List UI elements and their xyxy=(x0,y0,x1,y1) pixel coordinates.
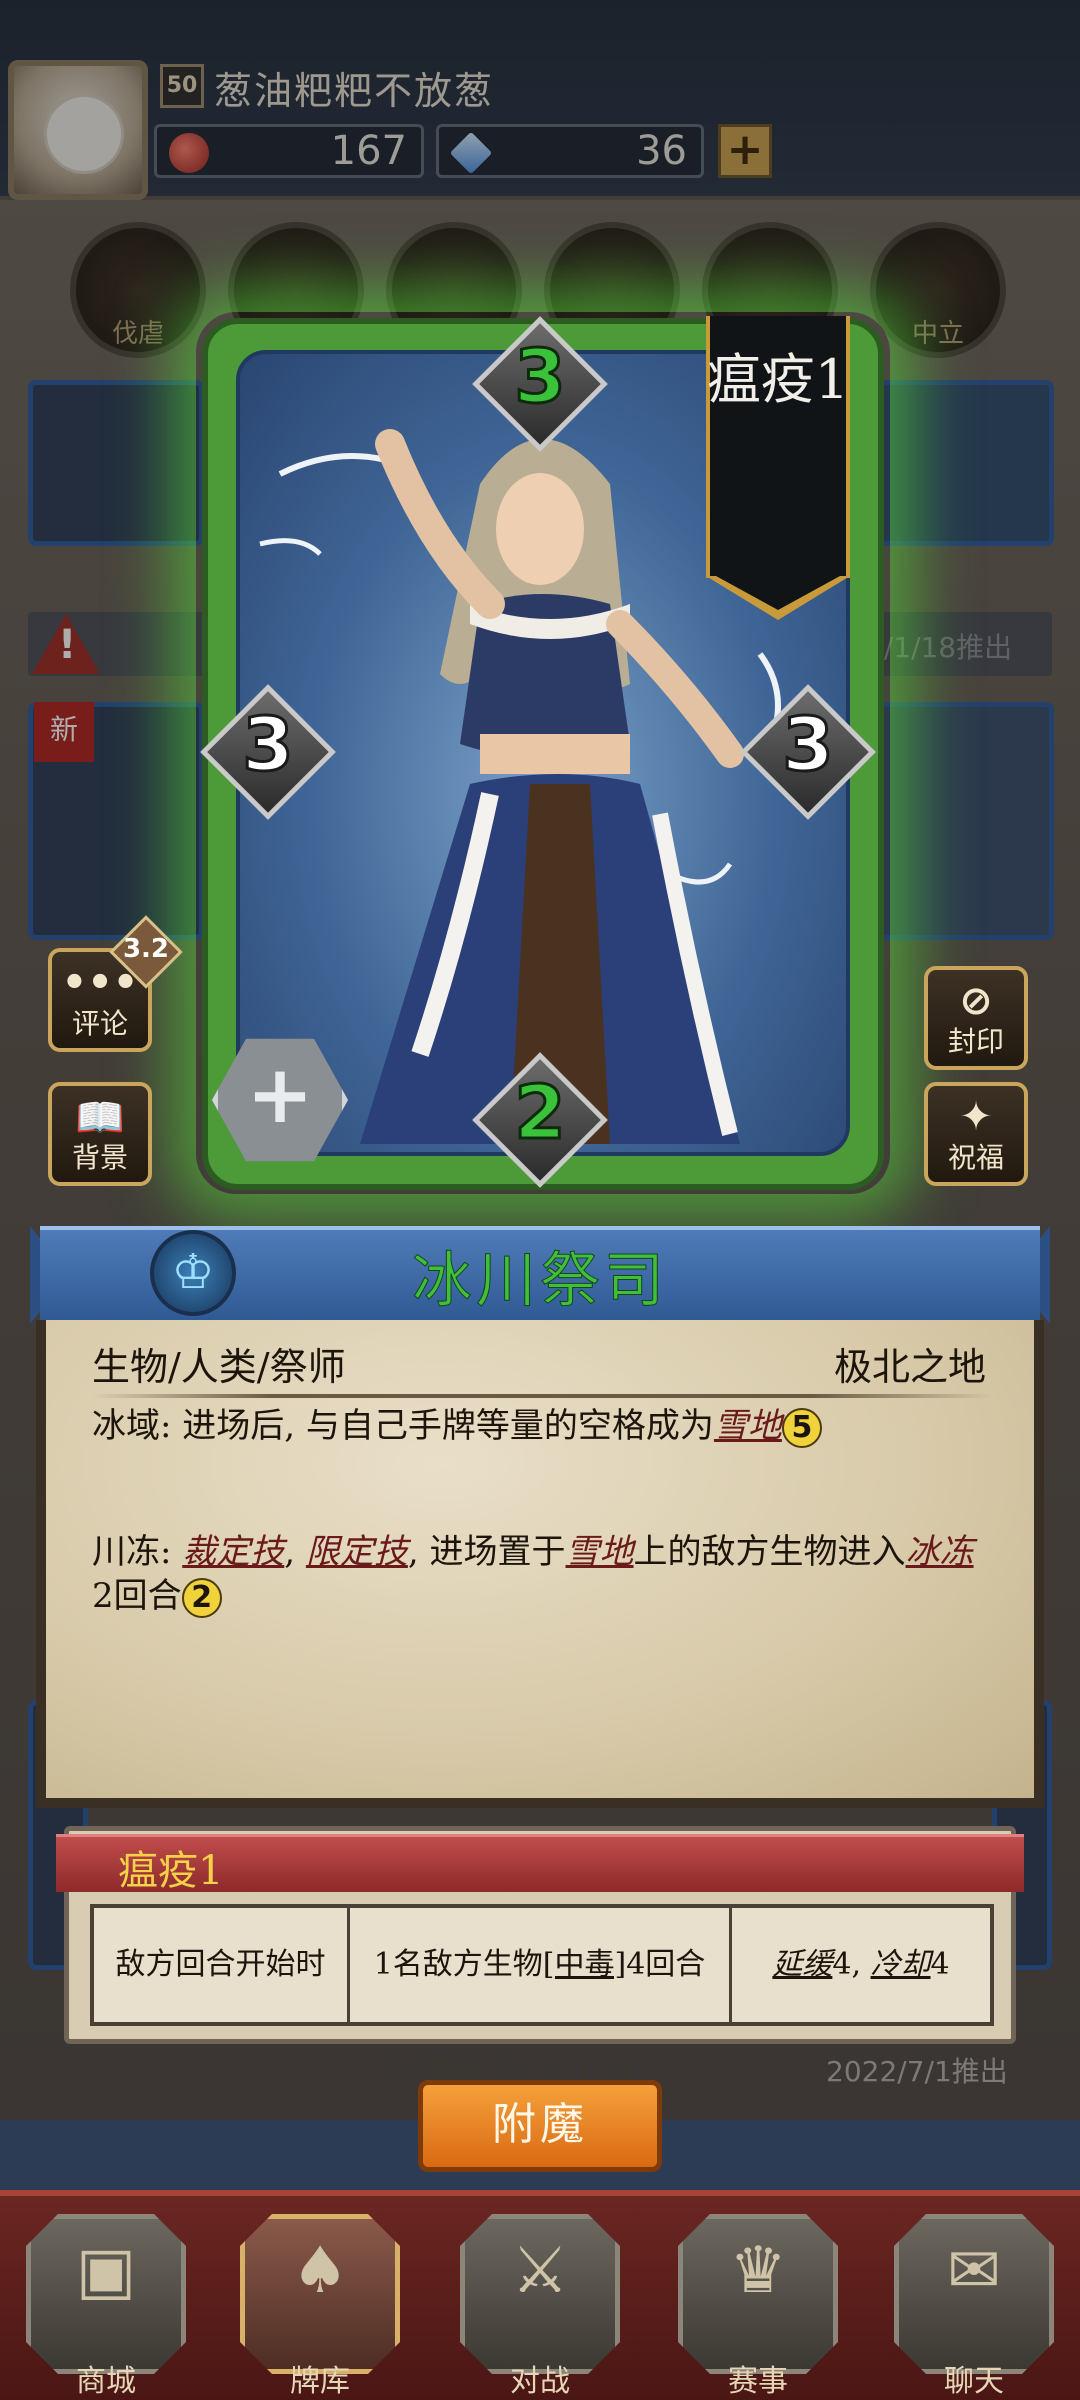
player-avatar[interactable] xyxy=(8,60,148,200)
battle-icon: ⚔ xyxy=(511,2234,569,2308)
lore-button[interactable]: 📖 背景 xyxy=(48,1082,152,1186)
enchant-button[interactable]: 附魔 xyxy=(418,2080,662,2172)
keyword-frozen[interactable]: 冰冻 xyxy=(906,1532,974,1572)
cost-text: 4, xyxy=(832,1947,871,1982)
faction-filter-1[interactable]: 伐虐 xyxy=(70,222,206,358)
effect-text: 1名敌方生物 xyxy=(373,1947,543,1982)
bg-card[interactable] xyxy=(28,380,204,546)
warning-mark: ! xyxy=(58,622,77,668)
nav-shop[interactable]: ▣ 商城 xyxy=(8,2196,204,2400)
seal-label: 封印 xyxy=(947,1025,1004,1058)
release-date: 2022/7/1推出 xyxy=(826,2055,1008,2088)
cost-text: 4 xyxy=(930,1947,950,1982)
level-badge: 50 xyxy=(160,64,204,108)
keyword-snowfield[interactable]: 雪地 xyxy=(566,1532,634,1572)
nav-label: 对战 xyxy=(510,2364,570,2399)
keyword-judgement[interactable]: 裁定技 xyxy=(182,1532,284,1572)
avatar-face xyxy=(44,94,124,174)
nav-chat[interactable]: ✉ 聊天 xyxy=(876,2196,1072,2400)
plague-banner-text: 瘟疫1 xyxy=(706,348,850,411)
card-region: 极北之地 xyxy=(833,1345,986,1389)
keyword-delay[interactable]: 延缓 xyxy=(772,1947,832,1982)
keyword-cooldown[interactable]: 冷却 xyxy=(871,1947,931,1982)
card-name: 冰川祭司 xyxy=(412,1246,668,1317)
faction-label: 伐虐 xyxy=(111,319,164,349)
ability-text: 川冻: xyxy=(92,1532,183,1572)
count-badge: 2 xyxy=(181,1578,222,1618)
nav-label: 赛事 xyxy=(728,2364,788,2399)
seal-icon: ⊘ xyxy=(959,978,993,1024)
lore-label: 背景 xyxy=(71,1141,128,1174)
bless-button[interactable]: ✦ 祝福 xyxy=(924,1082,1028,1186)
plague-banner-tip-inner xyxy=(716,576,840,610)
plus-icon[interactable]: + xyxy=(212,1040,348,1150)
nav-deck[interactable]: ♠ 牌库 xyxy=(222,2196,418,2400)
potion-count: 167 xyxy=(330,128,407,174)
ability-text: , 进场置于 xyxy=(407,1532,566,1572)
attack-right-value: 3 xyxy=(781,701,836,790)
card-type: 生物/人类/祭师 xyxy=(92,1345,346,1389)
gem-icon xyxy=(449,131,493,175)
attack-left-value: 3 xyxy=(241,701,296,790)
keyword-limited[interactable]: 限定技 xyxy=(306,1532,408,1572)
bg-card[interactable] xyxy=(878,380,1054,546)
deck-icon: ♠ xyxy=(291,2234,349,2308)
nav-label: 商城 xyxy=(76,2364,136,2399)
ability-text: 2回合 xyxy=(92,1576,182,1616)
keyword-poison[interactable]: [中毒] xyxy=(543,1947,626,1982)
count-badge: 5 xyxy=(781,1408,822,1448)
effect-text: 4回合 xyxy=(626,1947,706,1982)
enchant-effect: 1名敌方生物[中毒]4回合 xyxy=(350,1908,732,2022)
gem-count: 36 xyxy=(636,128,687,174)
nav-label: 聊天 xyxy=(944,2364,1004,2399)
faction-filter-6[interactable]: 中立 xyxy=(870,222,1006,358)
ornament-divider xyxy=(92,1394,992,1398)
bg-card[interactable] xyxy=(878,702,1054,940)
rating-value: 3.2 xyxy=(122,934,170,964)
seal-button[interactable]: ⊘ 封印 xyxy=(924,966,1028,1070)
bless-label: 祝福 xyxy=(947,1141,1004,1174)
potion-counter: 167 xyxy=(154,124,424,178)
enchant-trigger: 敌方回合开始时 xyxy=(94,1908,350,2022)
nav-label: 牌库 xyxy=(290,2364,350,2399)
ice-crown-icon: ♔ xyxy=(171,1244,215,1300)
enchant-title: 瘟疫1 xyxy=(118,1848,224,1894)
keyword-snowfield[interactable]: 雪地 xyxy=(714,1406,782,1446)
sparkle-icon: ✦ xyxy=(959,1094,993,1140)
ability-ice-domain: 冰域: 进场后, 与自己手牌等量的空格成为雪地 5 xyxy=(92,1404,992,1448)
add-currency-button[interactable]: + xyxy=(718,124,772,178)
ability-text: 上的敌方生物进入 xyxy=(633,1532,906,1572)
comment-label: 评论 xyxy=(71,1007,128,1040)
nav-battle[interactable]: ⚔ 对战 xyxy=(442,2196,638,2400)
chat-icon: ✉ xyxy=(947,2234,1001,2308)
faction-label: 中立 xyxy=(911,319,964,349)
shop-icon: ▣ xyxy=(75,2234,137,2308)
new-tag: 新 xyxy=(34,702,94,762)
ability-freeze: 川冻: 裁定技, 限定技, 进场置于雪地上的敌方生物进入冰冻 2回合 2 xyxy=(92,1530,992,1618)
ability-text: , xyxy=(284,1532,306,1572)
enchant-table: 敌方回合开始时 1名敌方生物[中毒]4回合 延缓4, 冷却4 xyxy=(90,1904,994,2026)
enchant-cost: 延缓4, 冷却4 xyxy=(732,1908,990,2022)
nav-tournament[interactable]: ♛ 赛事 xyxy=(660,2196,856,2400)
book-icon: 📖 xyxy=(75,1095,125,1141)
cost-value: 3 xyxy=(513,333,568,422)
ability-text: 冰域: 进场后, 与自己手牌等量的空格成为 xyxy=(92,1406,714,1446)
player-name: 葱油粑粑不放葱 xyxy=(214,69,495,113)
gem-counter: 36 xyxy=(436,124,704,178)
health-value: 2 xyxy=(513,1069,568,1158)
trophy-icon: ♛ xyxy=(729,2234,787,2308)
potion-icon xyxy=(169,133,209,173)
